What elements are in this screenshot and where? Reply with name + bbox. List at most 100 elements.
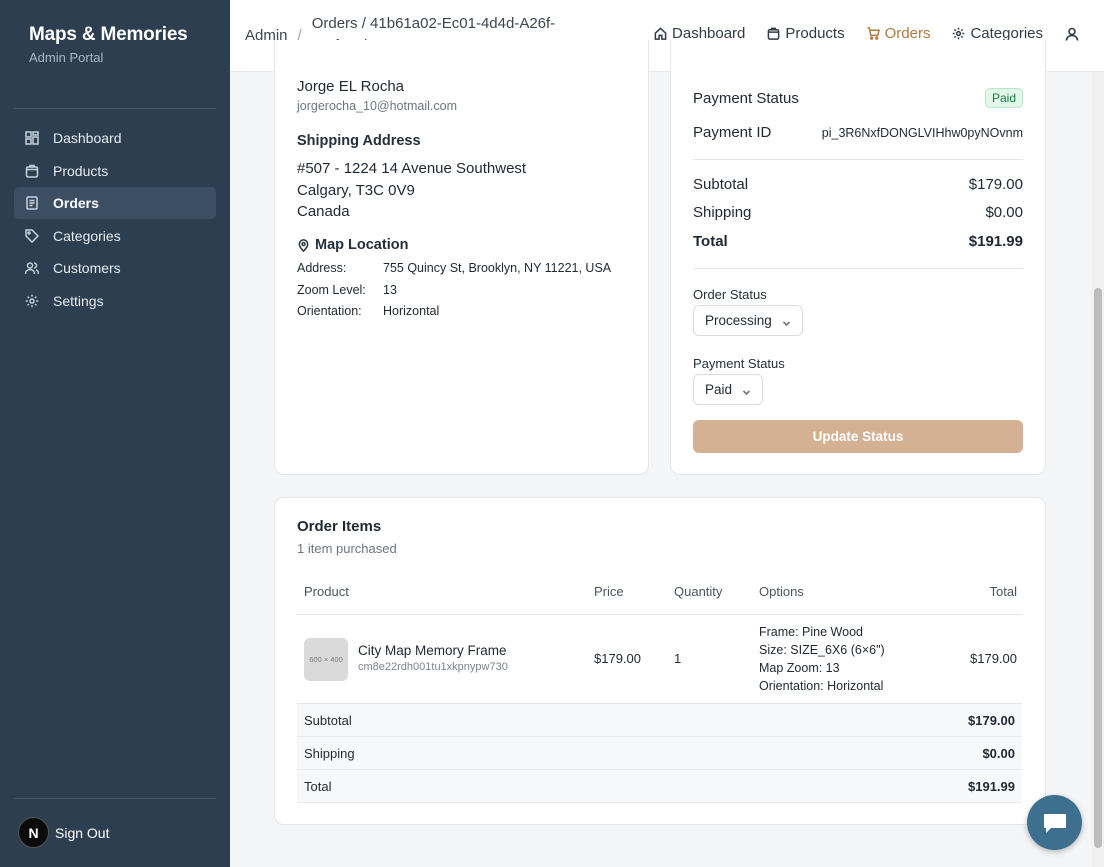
map-address-value: 755 Quincy St, Brooklyn, NY 11221, USA xyxy=(383,261,612,275)
sidebar-item-dashboard[interactable]: Dashboard xyxy=(14,122,216,154)
summary-label: Total xyxy=(304,779,332,794)
summary-row-total: Total $191.99 xyxy=(297,770,1022,803)
product-quantity: 1 xyxy=(674,651,682,666)
chat-button[interactable] xyxy=(1027,795,1082,850)
chevron-down-icon xyxy=(782,316,791,327)
avatar: N xyxy=(18,817,49,848)
cart-icon xyxy=(867,27,880,40)
users-icon xyxy=(25,261,39,275)
customer-name: Jorge EL Rocha xyxy=(297,78,405,95)
product-price: $179.00 xyxy=(594,651,641,666)
brand-title: Maps & Memories xyxy=(29,24,188,45)
brand: Maps & Memories Admin Portal xyxy=(29,24,188,65)
sidebar-item-label: Customers xyxy=(53,260,121,276)
scrollbar-thumb[interactable] xyxy=(1094,288,1102,848)
total-row: Total $191.99 xyxy=(693,233,1023,250)
summary-label: Shipping xyxy=(304,746,355,761)
summary-value: $0.00 xyxy=(982,746,1015,761)
gear-icon xyxy=(953,27,965,40)
sidebar-item-orders[interactable]: Orders xyxy=(14,187,216,219)
order-status-select[interactable]: Processing xyxy=(693,305,803,336)
map-location-title: Map Location xyxy=(315,237,409,253)
map-orientation-label: Orientation: xyxy=(297,304,362,318)
product-sku: cm8e22rdh001tu1xkpnypw730 xyxy=(358,661,508,673)
shipping-label: Shipping xyxy=(693,204,752,221)
shipping-value: $0.00 xyxy=(985,204,1023,221)
summary-row-subtotal: Subtotal $179.00 xyxy=(297,704,1022,737)
subtotal-label: Subtotal xyxy=(693,176,749,193)
sidebar-item-label: Products xyxy=(53,162,109,179)
order-items-table: Product Price Quantity Options Total 600… xyxy=(297,584,1022,803)
map-orientation-value: Horizontal xyxy=(383,304,440,318)
sidebar-item-label: Dashboard xyxy=(53,130,122,146)
payment-status-label: Payment Status xyxy=(693,89,799,107)
dashboard-icon xyxy=(25,131,39,145)
chevron-down-icon xyxy=(742,385,751,396)
payment-card: Payment Status Paid Payment ID pi_3R6Nxf… xyxy=(670,40,1046,475)
map-address-label: Address: xyxy=(297,261,347,275)
table-row: 600 × 400 City Map Memory Frame cm8e22rd… xyxy=(297,615,1022,704)
payment-id-value: pi_3R6NxfDONGLVIHhw0pyNOvnm xyxy=(821,125,1023,140)
divider xyxy=(693,159,1023,160)
summary-value: $179.00 xyxy=(968,713,1015,728)
option-line: Orientation: Horizontal xyxy=(759,679,884,693)
map-pin-icon xyxy=(298,238,309,252)
clipboard-icon xyxy=(25,196,39,210)
payment-status-select[interactable]: Paid xyxy=(693,374,764,405)
order-items-subtitle: 1 item purchased xyxy=(297,541,397,556)
sidebar-item-label: Orders xyxy=(53,195,99,211)
column-header-quantity: Quantity xyxy=(674,584,723,599)
summary-label: Subtotal xyxy=(304,713,352,728)
sidebar-divider xyxy=(14,108,216,109)
package-icon xyxy=(768,27,780,40)
chat-icon xyxy=(1043,813,1066,833)
sidebar-item-products[interactable]: Products xyxy=(14,155,216,187)
map-location-heading: Map Location xyxy=(297,237,408,253)
package-icon xyxy=(25,164,39,178)
column-header-price: Price xyxy=(594,584,624,599)
tag-icon xyxy=(25,228,39,243)
sidebar-item-label: Categories xyxy=(53,227,121,244)
total-label: Total xyxy=(693,233,728,250)
payment-status-value: Paid xyxy=(705,382,733,397)
payment-status-row: Payment Status Paid xyxy=(693,88,1023,108)
product-total: $179.00 xyxy=(970,651,1017,666)
product-options: Frame: Pine Wood Size: SIZE_6X6 (6×6") M… xyxy=(759,623,885,695)
column-header-options: Options xyxy=(759,584,804,599)
summary-row-shipping: Shipping $0.00 xyxy=(297,737,1022,770)
sidebar-item-settings[interactable]: Settings xyxy=(14,285,216,317)
column-header-product: Product xyxy=(304,584,349,599)
total-value: $191.99 xyxy=(968,233,1023,250)
product-thumbnail: 600 × 400 xyxy=(304,638,348,681)
shipping-row: Shipping $0.00 xyxy=(693,204,1023,221)
divider xyxy=(693,268,1023,269)
sidebar-item-label: Settings xyxy=(53,292,104,309)
subtotal-value: $179.00 xyxy=(968,176,1023,193)
order-status-value: Processing xyxy=(705,313,772,328)
brand-subtitle: Admin Portal xyxy=(29,50,104,65)
summary-value: $191.99 xyxy=(968,779,1015,794)
map-zoom-value: 13 xyxy=(383,283,397,297)
status-badge: Paid xyxy=(984,88,1023,108)
order-items-card: Order Items 1 item purchased Product Pri… xyxy=(274,497,1046,825)
update-status-button[interactable]: Update Status xyxy=(693,420,1023,453)
scrollbar[interactable] xyxy=(1092,72,1104,867)
home-icon xyxy=(654,27,667,40)
user-icon xyxy=(1065,27,1079,41)
customer-card: Jorge EL Rocha jorgerocha_10@hotmail.com… xyxy=(274,40,649,475)
order-items-title: Order Items xyxy=(297,518,382,535)
gear-icon xyxy=(25,294,39,308)
option-line: Map Zoom: 13 xyxy=(759,661,840,675)
payment-id-label: Payment ID xyxy=(693,124,772,141)
sidebar-item-categories[interactable]: Categories xyxy=(14,220,216,252)
user-menu-button[interactable] xyxy=(1065,27,1084,41)
customer-email: jorgerocha_10@hotmail.com xyxy=(297,99,457,113)
sign-out-button[interactable]: N Sign Out xyxy=(18,817,109,848)
shipping-address-heading: Shipping Address xyxy=(297,133,421,149)
sidebar-divider xyxy=(14,798,216,799)
product-name: City Map Memory Frame xyxy=(358,643,507,658)
subtotal-row: Subtotal $179.00 xyxy=(693,176,1023,193)
sidebar-item-customers[interactable]: Customers xyxy=(14,252,216,284)
column-header-total: Total xyxy=(989,584,1017,599)
payment-status-select-label: Payment Status xyxy=(693,356,785,371)
